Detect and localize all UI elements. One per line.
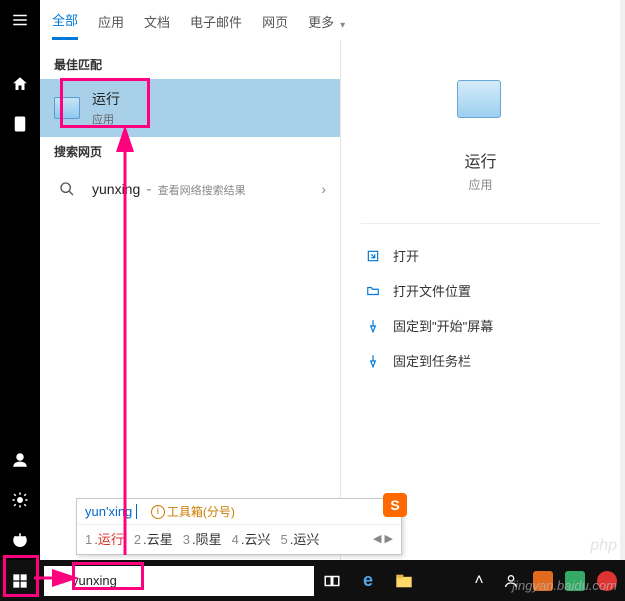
- ime-candidate[interactable]: 1.运行: [85, 529, 124, 548]
- ime-candidate[interactable]: 3.陨星: [183, 529, 222, 548]
- result-title: 运行: [92, 89, 120, 109]
- tray-app-icon[interactable]: [565, 571, 585, 591]
- tab-apps[interactable]: 应用: [98, 12, 124, 39]
- ime-page-arrows[interactable]: ◀ ▶: [373, 532, 393, 545]
- taskbar-left: [0, 0, 40, 560]
- action-open-location[interactable]: 打开文件位置: [361, 273, 600, 308]
- system-tray: ˄: [469, 571, 625, 591]
- chevron-down-icon: ▾: [340, 20, 345, 31]
- tab-mail[interactable]: 电子邮件: [190, 12, 242, 39]
- start-button[interactable]: [0, 560, 40, 601]
- section-best-match: 最佳匹配: [40, 50, 340, 79]
- ime-candidate[interactable]: 4.云兴: [232, 529, 271, 548]
- action-label: 打开文件位置: [393, 281, 471, 300]
- run-icon: [54, 95, 80, 121]
- action-label: 打开: [393, 246, 419, 265]
- search-panel: 全部 应用 文档 电子邮件 网页 更多 ▾ 最佳匹配 运行 应用 搜索网页: [40, 0, 620, 560]
- tab-docs[interactable]: 文档: [144, 12, 170, 39]
- home-icon[interactable]: [0, 64, 40, 104]
- taskbar-bottom: yunxing e ˄: [0, 560, 625, 601]
- preview-pane: 运行 应用 打开 打开文件位置: [340, 40, 620, 560]
- preview-title: 运行: [464, 148, 496, 172]
- ime-pinyin: yun'xing: [85, 504, 132, 519]
- pin-icon: [365, 318, 381, 334]
- web-query: yunxing: [92, 181, 140, 197]
- section-search-web: 搜索网页: [40, 137, 340, 166]
- result-run-app[interactable]: 运行 应用: [40, 79, 340, 137]
- preview-subtitle: 应用: [468, 176, 492, 193]
- tab-all[interactable]: 全部: [52, 10, 78, 40]
- action-open[interactable]: 打开: [361, 238, 600, 273]
- hamburger-icon[interactable]: [0, 0, 40, 40]
- edge-icon[interactable]: e: [350, 570, 386, 591]
- web-hint: 查看网络搜索结果: [158, 182, 246, 198]
- run-icon-large: [457, 80, 505, 128]
- ime-candidate[interactable]: 2.云星: [134, 529, 173, 548]
- tray-chevron-up-icon[interactable]: ˄: [469, 571, 489, 591]
- ime-toolbox-hint[interactable]: i工具箱(分号): [151, 503, 235, 520]
- action-pin-start[interactable]: 固定到"开始"屏幕: [361, 308, 600, 343]
- taskbar-search-box[interactable]: yunxing: [44, 566, 314, 596]
- sogou-logo-icon: S: [383, 493, 407, 517]
- tray-app-icon[interactable]: [597, 571, 617, 591]
- action-label: 固定到"开始"屏幕: [393, 316, 493, 335]
- search-icon: [54, 176, 80, 202]
- result-subtitle: 应用: [92, 111, 120, 127]
- tray-app-icon[interactable]: [533, 571, 553, 591]
- explorer-icon[interactable]: [386, 574, 422, 588]
- folder-icon: [365, 283, 381, 299]
- power-icon[interactable]: [0, 520, 40, 560]
- document-icon[interactable]: [0, 104, 40, 144]
- search-text: yunxing: [72, 573, 117, 588]
- gear-icon[interactable]: [0, 480, 40, 520]
- open-icon: [365, 248, 381, 264]
- action-pin-taskbar[interactable]: 固定到任务栏: [361, 343, 600, 378]
- tray-people-icon[interactable]: [501, 571, 521, 591]
- search-icon: [52, 571, 66, 590]
- action-label: 固定到任务栏: [393, 351, 471, 370]
- filter-tabs: 全部 应用 文档 电子邮件 网页 更多 ▾: [40, 0, 620, 40]
- ime-candidate-window: S yun'xing i工具箱(分号) 1.运行 2.云星 3.陨星 4.云兴 …: [76, 498, 402, 555]
- ime-candidate[interactable]: 5.运兴: [281, 529, 320, 548]
- user-icon[interactable]: [0, 440, 40, 480]
- task-view-icon[interactable]: [314, 572, 350, 590]
- tab-web[interactable]: 网页: [262, 12, 288, 39]
- tab-more[interactable]: 更多: [308, 12, 334, 39]
- results-left: 最佳匹配 运行 应用 搜索网页 yunxing - 查看网络搜索结果 ›: [40, 40, 340, 560]
- ime-candidates: 1.运行 2.云星 3.陨星 4.云兴 5.运兴 ◀ ▶: [77, 524, 401, 554]
- result-web-search[interactable]: yunxing - 查看网络搜索结果 ›: [40, 166, 340, 212]
- pin-icon: [365, 353, 381, 369]
- chevron-right-icon: ›: [321, 181, 326, 197]
